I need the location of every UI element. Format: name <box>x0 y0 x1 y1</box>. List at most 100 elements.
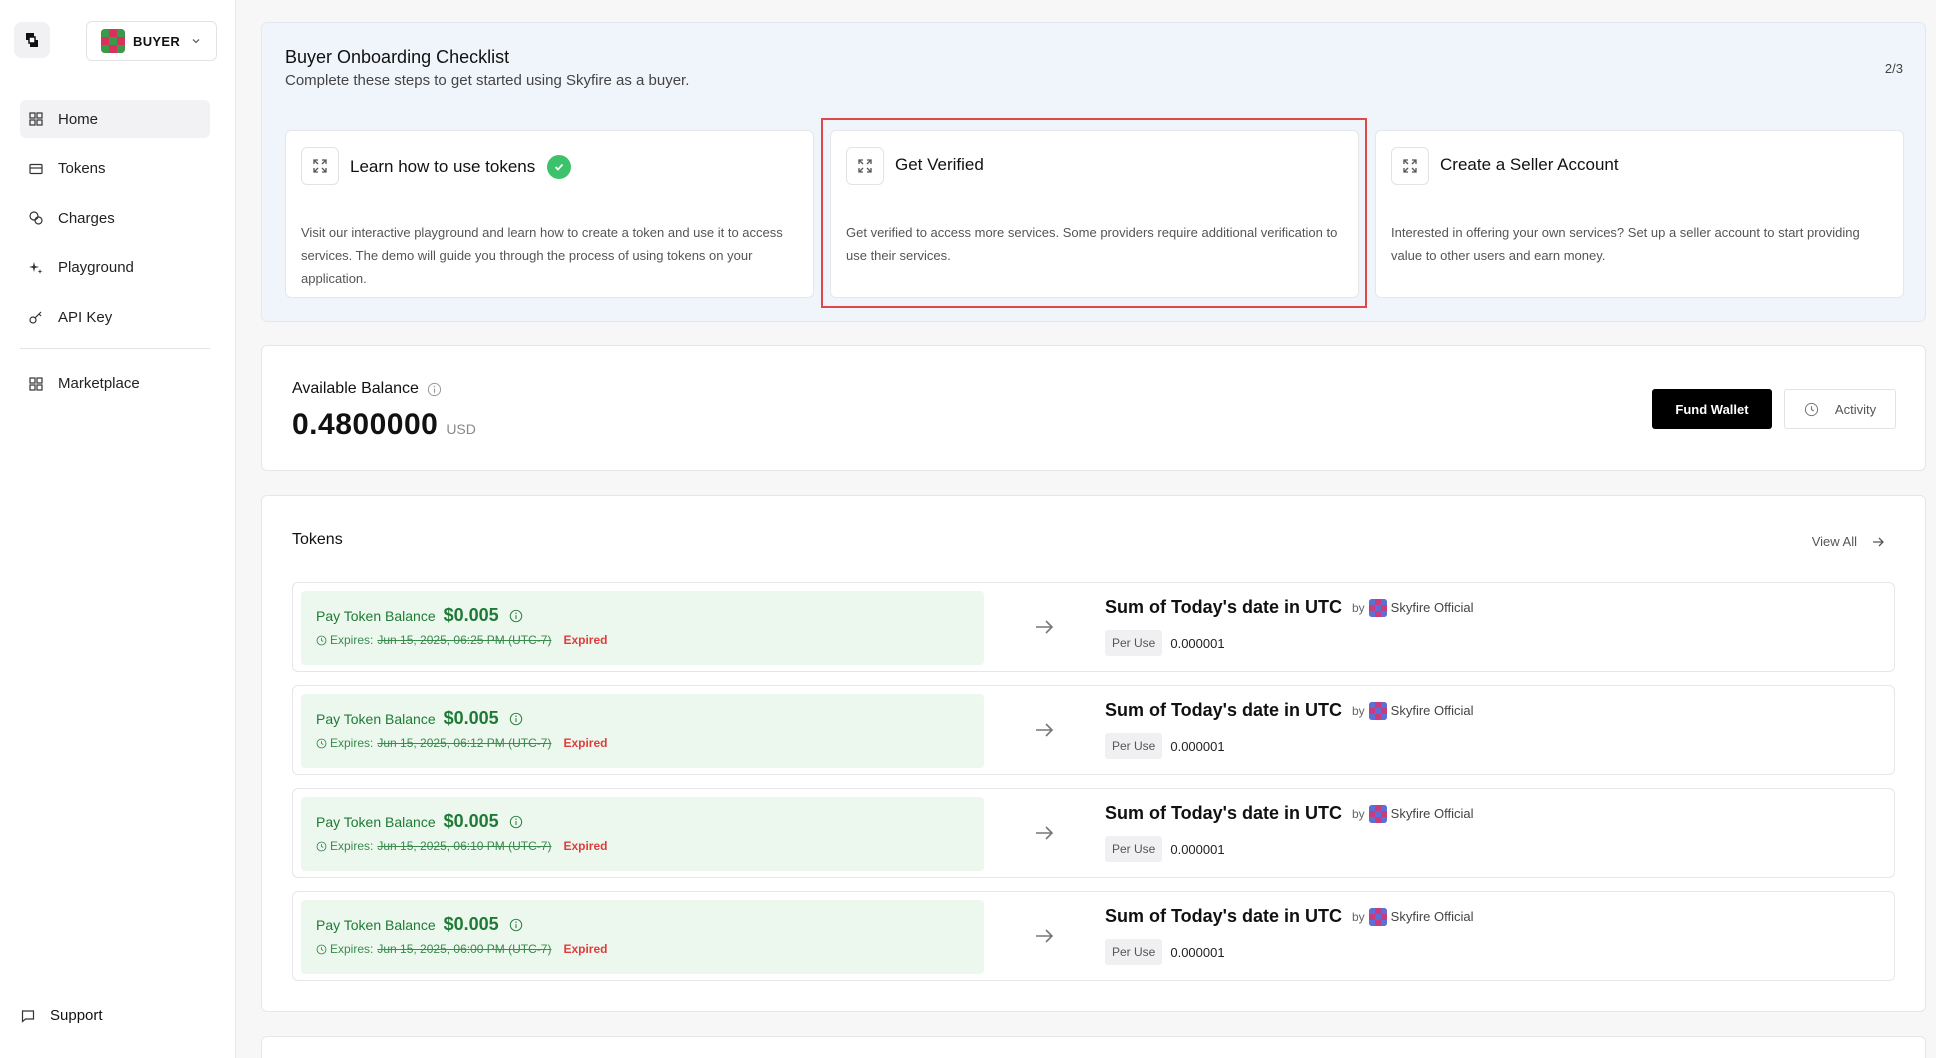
provider-avatar <box>1368 907 1387 926</box>
chat-icon <box>21 1009 35 1023</box>
token-balance-box: Pay Token Balance $0.005 Expires: Jun 15… <box>301 900 984 974</box>
token-expiry-line: Expires: Jun 15, 2025, 06:12 PM (UTC-7) … <box>316 736 607 750</box>
sidebar-item-label: API Key <box>58 308 113 326</box>
token-expiry-date: Jun 15, 2025, 06:00 PM (UTC-7) <box>377 942 552 956</box>
sidebar-nav: Home Tokens Charges Playground API Key M… <box>20 100 210 414</box>
sidebar-item-tokens[interactable]: Tokens <box>20 150 210 188</box>
activity-button[interactable]: Activity <box>1784 389 1896 429</box>
price-type-badge: Per Use <box>1105 630 1163 656</box>
arrow-right-icon <box>1036 620 1054 634</box>
token-provider-name: Skyfire Official <box>1390 909 1474 924</box>
price-value: 0.000001 <box>1170 738 1225 754</box>
token-balance-label: Pay Token Balance <box>316 607 436 624</box>
token-balance-box: Pay Token Balance $0.005 Expires: Jun 15… <box>301 694 984 768</box>
price-value: 0.000001 <box>1170 635 1225 651</box>
token-expires-label: Expires: <box>330 633 374 647</box>
token-by-label: by <box>1351 703 1365 718</box>
arrow-right-icon <box>1036 929 1054 943</box>
sidebar-item-marketplace[interactable]: Marketplace <box>20 365 210 403</box>
token-balance-label: Pay Token Balance <box>316 916 436 933</box>
token-balance-box: Pay Token Balance $0.005 Expires: Jun 15… <box>301 591 984 665</box>
sidebar-item-api-key[interactable]: API Key <box>20 298 210 336</box>
token-expires-label: Expires: <box>330 942 374 956</box>
token-expiry-date: Jun 15, 2025, 06:25 PM (UTC-7) <box>377 633 552 647</box>
checklist-card-learn-tokens[interactable]: Learn how to use tokens Visit our intera… <box>285 130 814 298</box>
balance-label-text: Available Balance <box>292 380 419 397</box>
token-expiry-line: Expires: Jun 15, 2025, 06:10 PM (UTC-7) … <box>316 839 607 853</box>
sidebar-item-label: Playground <box>58 259 134 276</box>
token-by-label: by <box>1351 806 1365 821</box>
expand-button[interactable] <box>1391 147 1429 185</box>
arrow-right-icon <box>1873 537 1884 546</box>
price-type-badge: Per Use <box>1105 733 1163 759</box>
sidebar-item-home[interactable]: Home <box>20 100 210 138</box>
token-row[interactable]: Pay Token Balance $0.005 Expires: Jun 15… <box>292 582 1895 672</box>
support-link[interactable]: Support <box>20 1007 103 1024</box>
card-title-text: Create a Seller Account <box>1440 155 1619 174</box>
token-service-info: Sum of Today's date in UTC by Skyfire Of… <box>1105 906 1474 965</box>
token-balance-box: Pay Token Balance $0.005 Expires: Jun 15… <box>301 797 984 871</box>
token-balance-label: Pay Token Balance <box>316 813 436 830</box>
token-expiry-date: Jun 15, 2025, 06:12 PM (UTC-7) <box>377 736 552 750</box>
card-title: Learn how to use tokens <box>350 155 572 179</box>
price-value: 0.000001 <box>1170 841 1225 857</box>
clock-icon <box>316 635 327 645</box>
info-icon[interactable] <box>427 382 442 397</box>
checklist-title: Buyer Onboarding Checklist <box>285 47 510 67</box>
sidebar-item-label: Tokens <box>58 160 106 177</box>
token-balance-value: $0.005 <box>443 605 499 625</box>
expand-icon <box>1403 159 1417 173</box>
card-description: Visit our interactive playground and lea… <box>301 225 783 286</box>
token-row[interactable]: Pay Token Balance $0.005 Expires: Jun 15… <box>292 788 1895 878</box>
token-service-name: Sum of Today's date in UTC <box>1105 803 1342 823</box>
token-provider-name: Skyfire Official <box>1390 703 1474 718</box>
activity-label: Activity <box>1834 401 1877 417</box>
role-switcher[interactable]: BUYER <box>86 21 217 61</box>
token-expiry-line: Expires: Jun 15, 2025, 06:25 PM (UTC-7) … <box>316 633 607 647</box>
token-balance-line: Pay Token Balance $0.005 <box>316 605 523 626</box>
token-balance-value: $0.005 <box>443 914 499 934</box>
token-balance-label: Pay Token Balance <box>316 710 436 727</box>
info-icon[interactable] <box>509 712 523 726</box>
info-icon[interactable] <box>509 609 523 623</box>
balance-value: 0.4800000 <box>292 408 439 441</box>
token-row[interactable]: Pay Token Balance $0.005 Expires: Jun 15… <box>292 685 1895 775</box>
check-icon <box>547 155 572 179</box>
key-icon <box>29 311 42 324</box>
skyfire-logo[interactable] <box>14 22 50 58</box>
price-type-badge: Per Use <box>1105 836 1163 862</box>
checklist-card-seller-account[interactable]: Create a Seller Account Interested in of… <box>1375 130 1904 298</box>
card-title-text: Learn how to use tokens <box>350 157 536 176</box>
token-expires-label: Expires: <box>330 839 374 853</box>
clock-icon <box>1804 402 1819 416</box>
view-all-label: View All <box>1811 534 1857 549</box>
info-icon[interactable] <box>509 918 523 932</box>
balance-label: Available Balance <box>292 380 442 398</box>
token-status: Expired <box>563 633 608 647</box>
info-icon[interactable] <box>509 815 523 829</box>
token-row[interactable]: Pay Token Balance $0.005 Expires: Jun 15… <box>292 891 1895 981</box>
role-label: BUYER <box>133 33 181 49</box>
sidebar-item-charges[interactable]: Charges <box>20 199 210 237</box>
coins-icon <box>29 211 43 225</box>
token-service-info: Sum of Today's date in UTC by Skyfire Of… <box>1105 803 1474 862</box>
token-by-label: by <box>1351 909 1365 924</box>
tokens-title: Tokens <box>292 531 343 548</box>
card-title: Create a Seller Account <box>1440 155 1619 175</box>
balance-panel: Available Balance 0.4800000 USD Fund Wal… <box>261 345 1926 471</box>
sidebar: BUYER Home Tokens Charges Playground API… <box>0 0 236 1058</box>
token-service-info: Sum of Today's date in UTC by Skyfire Of… <box>1105 700 1474 759</box>
provider-avatar <box>1368 701 1387 720</box>
clock-icon <box>316 841 327 851</box>
logo-icon <box>26 33 38 47</box>
token-balance-line: Pay Token Balance $0.005 <box>316 708 523 729</box>
checklist-subtitle: Complete these steps to get started usin… <box>285 72 690 89</box>
view-all-link[interactable]: View All <box>1812 534 1885 549</box>
expand-button[interactable] <box>301 147 339 185</box>
checklist-progress: 2/3 <box>1884 61 1903 76</box>
token-service-name: Sum of Today's date in UTC <box>1105 597 1342 617</box>
sidebar-item-playground[interactable]: Playground <box>20 249 210 287</box>
grid-icon <box>29 376 43 391</box>
fund-wallet-button[interactable]: Fund Wallet <box>1652 389 1772 429</box>
token-balance-line: Pay Token Balance $0.005 <box>316 914 523 935</box>
